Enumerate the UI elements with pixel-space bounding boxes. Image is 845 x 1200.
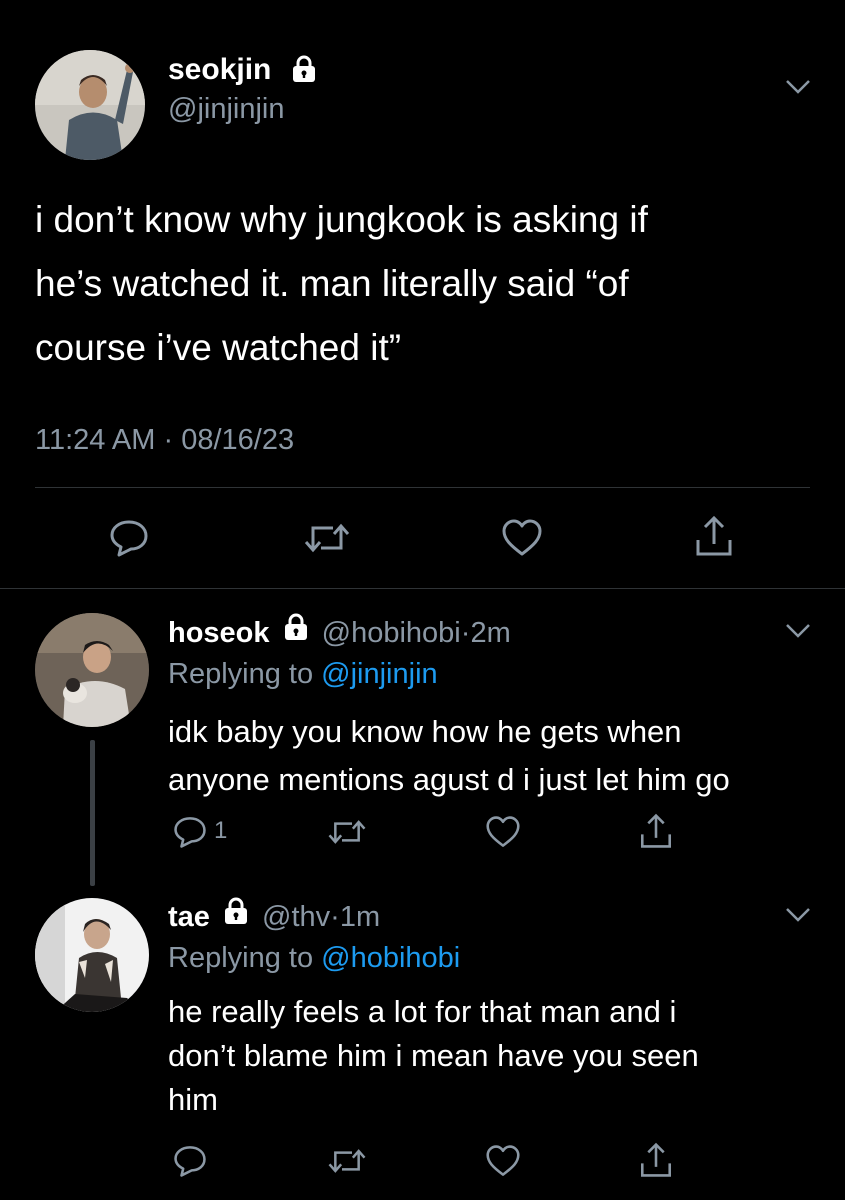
reply-age: 2m (470, 617, 511, 650)
reply-header: tae @thv·1m (168, 896, 380, 941)
display-name[interactable]: seokjin (168, 52, 271, 88)
reply-header: hoseok @hobihobi·2m (168, 612, 511, 657)
lock-icon (290, 54, 318, 89)
avatar[interactable] (35, 50, 145, 160)
replying-to-link[interactable]: @jinjinjin (321, 658, 437, 690)
avatar-photo (35, 50, 145, 160)
tweet-text-line: him (168, 1082, 218, 1117)
timestamp[interactable]: 11:24 AM · 08/16/23 (35, 422, 294, 458)
tweet-text: idk baby you know how he gets when anyon… (168, 708, 730, 804)
chevron-down-icon[interactable] (784, 78, 812, 96)
tweet-text-line: don’t blame him i mean have you seen (168, 1038, 699, 1073)
handle[interactable]: @thv (262, 901, 330, 933)
handle[interactable]: @hobihobi (322, 617, 461, 649)
separator-dot: · (460, 617, 471, 650)
avatar[interactable] (35, 613, 149, 727)
divider (35, 487, 810, 488)
like-icon[interactable] (500, 518, 544, 558)
tweet-text-line: anyone mentions agust d i just let him g… (168, 762, 730, 797)
tweet-date: 08/16/23 (181, 424, 295, 456)
share-icon[interactable] (638, 1141, 674, 1179)
replying-to: Replying to @jinjinjin (168, 656, 438, 692)
display-name[interactable]: tae (168, 901, 210, 933)
like-icon[interactable] (484, 815, 522, 849)
replying-to-label: Replying to (168, 942, 314, 974)
like-icon[interactable] (484, 1144, 522, 1178)
replying-to-label: Replying to (168, 658, 314, 690)
tweet-time: 11:24 AM (35, 424, 156, 456)
display-name[interactable]: hoseok (168, 617, 270, 649)
reply-count: 1 (214, 817, 228, 844)
reply-icon[interactable] (172, 1144, 208, 1178)
retweet-icon[interactable] (327, 1144, 367, 1178)
tweet-text-line: he really feels a lot for that man and i (168, 994, 677, 1029)
share-icon[interactable] (693, 514, 735, 558)
avatar-photo (35, 898, 149, 1012)
avatar[interactable] (35, 898, 149, 1012)
divider (0, 588, 845, 589)
chevron-down-icon[interactable] (784, 622, 812, 640)
lock-icon (222, 896, 250, 935)
reply-icon[interactable] (172, 815, 208, 849)
tweet-text-line: i don’t know why jungkook is asking if (35, 199, 648, 240)
reply-icon[interactable] (108, 518, 150, 558)
handle[interactable]: @jinjinjin (168, 92, 284, 126)
tweet-text-line: course i’ve watched it” (35, 327, 402, 368)
avatar-photo (35, 613, 149, 727)
thread-line (90, 740, 95, 886)
chevron-down-icon[interactable] (784, 906, 812, 924)
retweet-icon[interactable] (303, 518, 351, 558)
tweet-text-line: he’s watched it. man literally said “of (35, 263, 629, 304)
tweet-text-line: idk baby you know how he gets when (168, 714, 682, 749)
lock-icon (282, 612, 310, 651)
tweet-text: i don’t know why jungkook is asking if h… (35, 188, 648, 380)
retweet-icon[interactable] (327, 815, 367, 849)
tweet-text: he really feels a lot for that man and i… (168, 990, 699, 1122)
separator-dot: · (163, 424, 174, 456)
reply-age: 1m (339, 901, 381, 934)
separator-dot: · (330, 901, 340, 934)
replying-to: Replying to @hobihobi (168, 940, 460, 976)
share-icon[interactable] (638, 812, 674, 850)
replying-to-link[interactable]: @hobihobi (321, 942, 460, 974)
